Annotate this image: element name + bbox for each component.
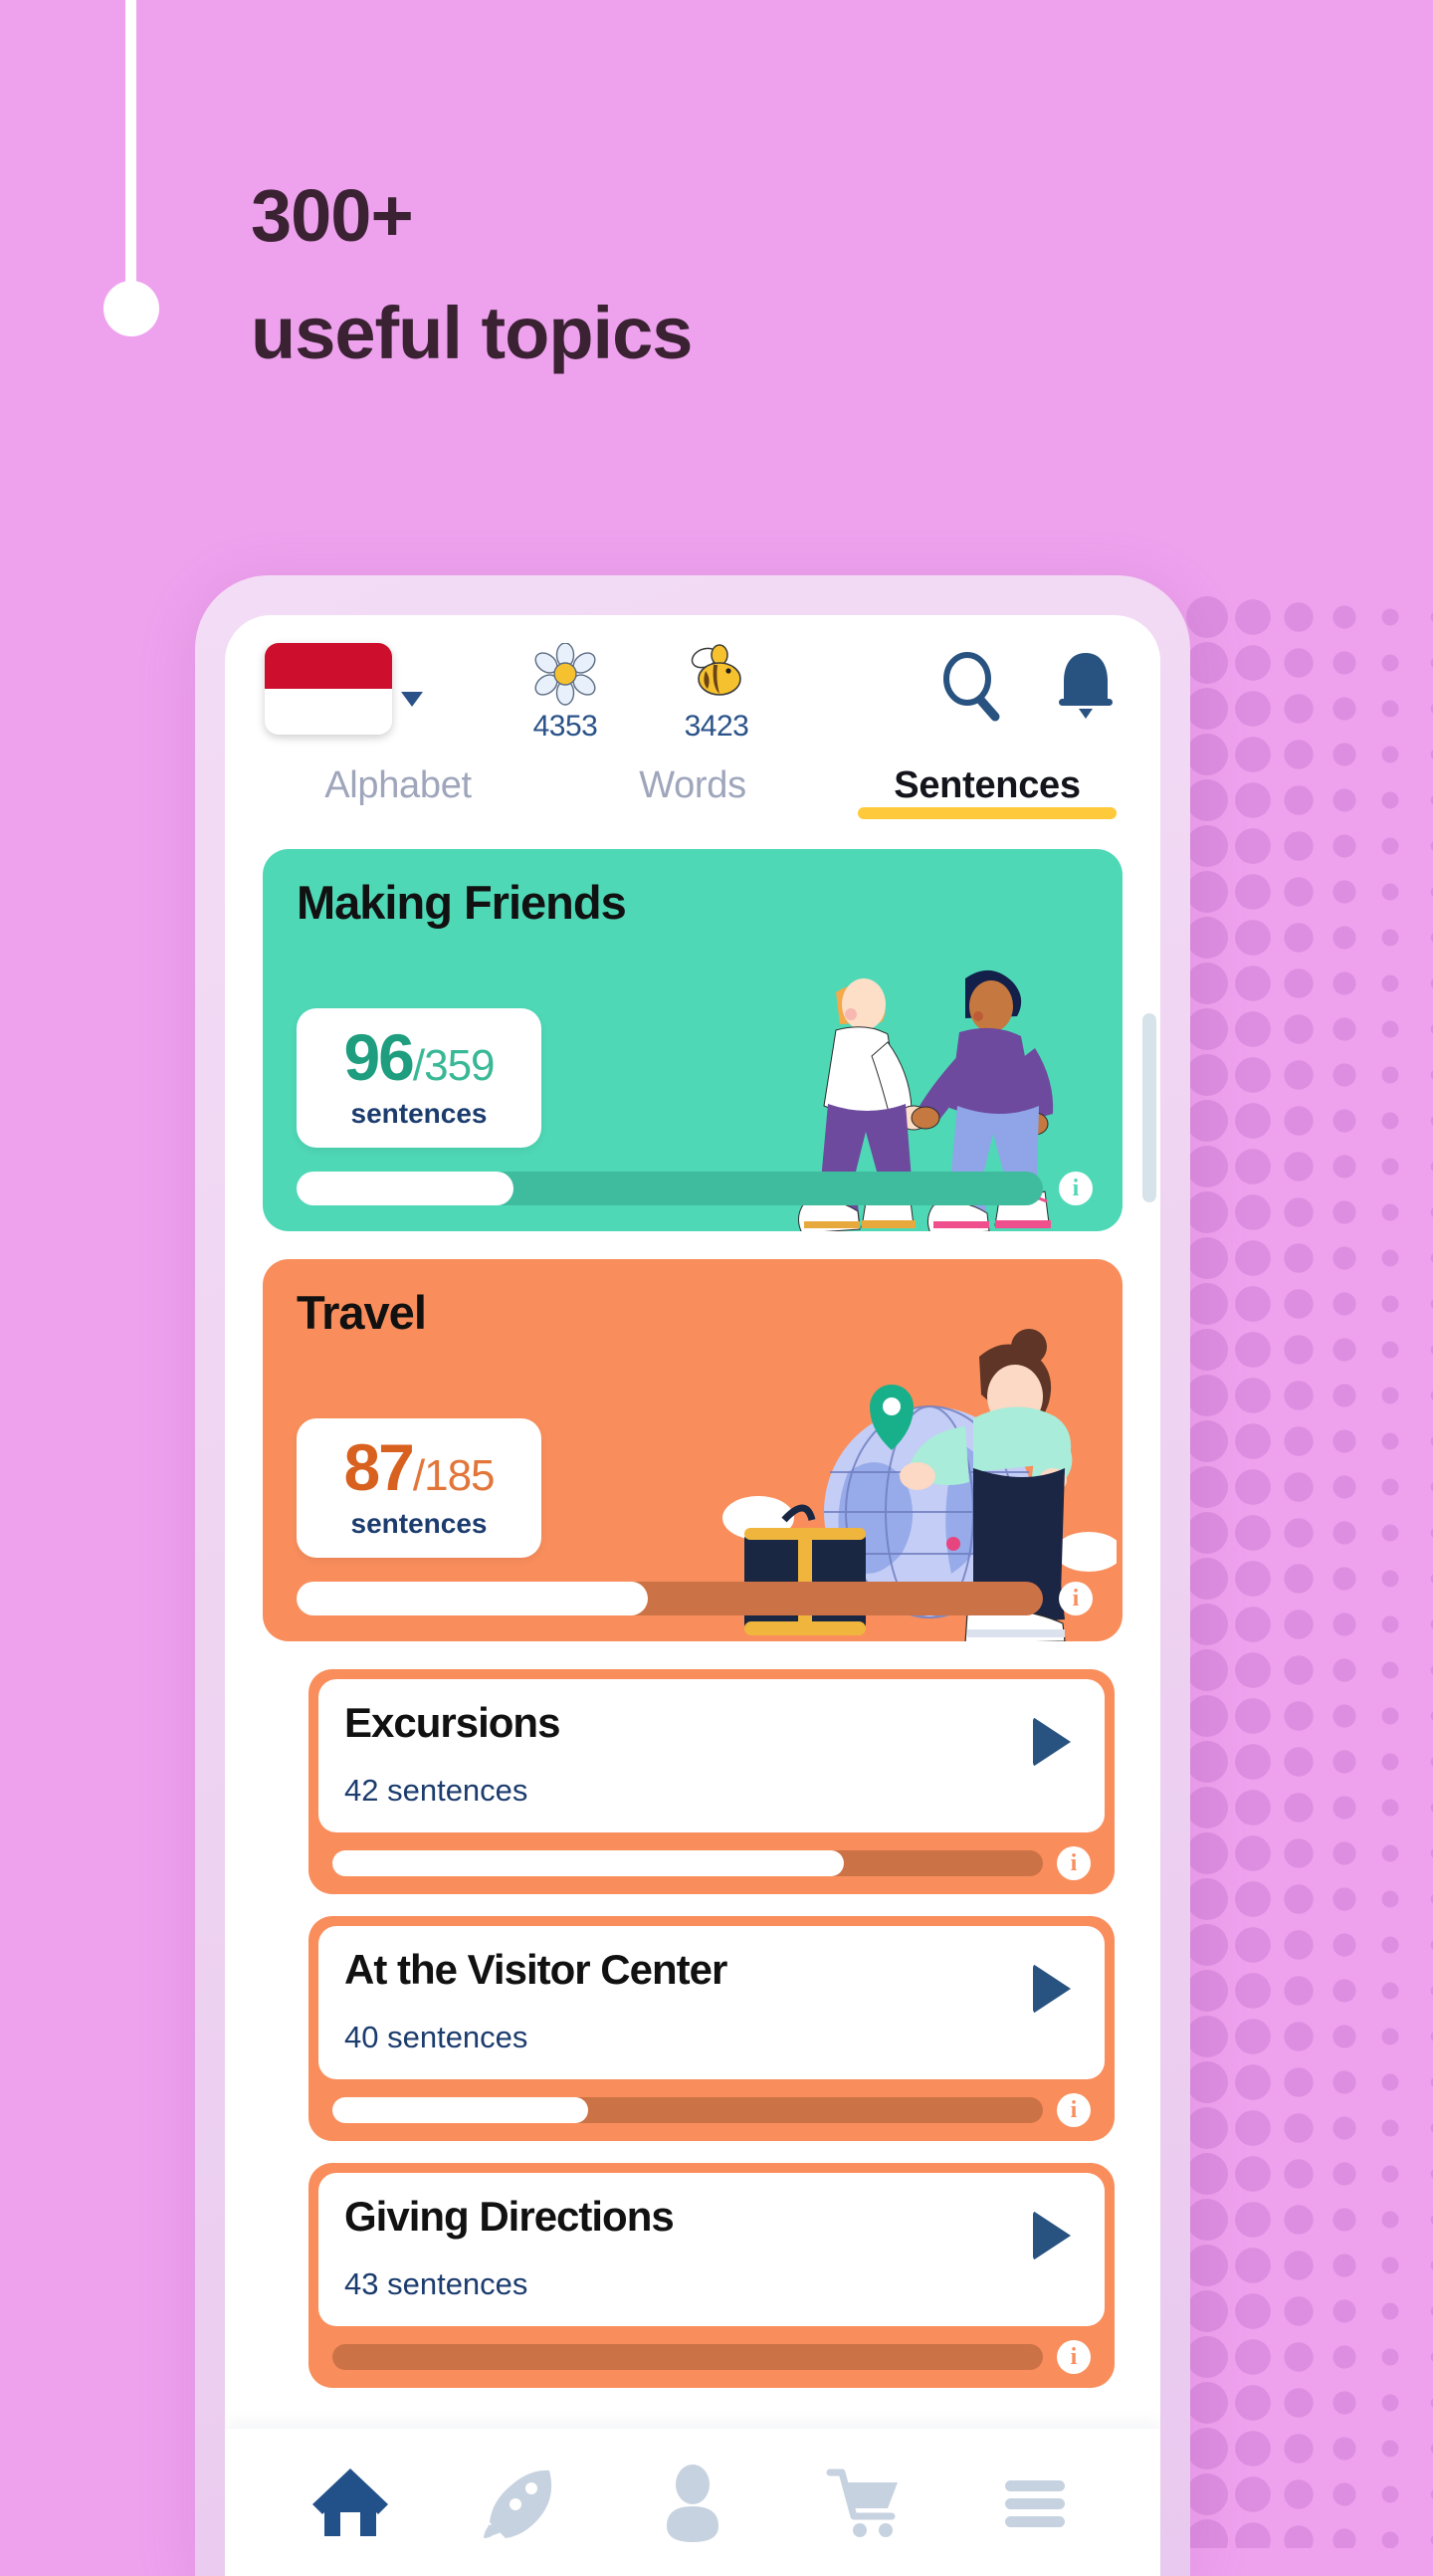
play-icon[interactable] bbox=[1033, 1717, 1071, 1767]
pin-dot-decoration bbox=[103, 281, 159, 336]
cart-icon bbox=[826, 2469, 898, 2537]
topic-score-done: 96 bbox=[343, 1020, 414, 1094]
bottom-navigation bbox=[225, 2429, 1160, 2576]
tab-words[interactable]: Words bbox=[545, 764, 840, 835]
nav-item-menu[interactable] bbox=[987, 2455, 1083, 2550]
counter-flower[interactable]: 4353 bbox=[517, 642, 613, 744]
tab-sentences[interactable]: Sentences bbox=[840, 764, 1134, 835]
header-actions bbox=[935, 643, 1121, 725]
home-icon bbox=[312, 2469, 388, 2536]
nav-item-profile[interactable] bbox=[645, 2455, 740, 2550]
subtopic-progress-row: i bbox=[318, 2326, 1105, 2374]
subtopic-progress-fill bbox=[332, 1850, 845, 1876]
flower-icon bbox=[534, 642, 596, 706]
info-icon[interactable]: i bbox=[1059, 1582, 1093, 1615]
subtopic-progress-track bbox=[332, 1850, 1043, 1876]
subtopic-progress-fill bbox=[332, 2097, 589, 2123]
info-icon[interactable]: i bbox=[1057, 1846, 1091, 1880]
topic-progress-track bbox=[297, 1172, 1043, 1205]
subtopic-progress-track bbox=[332, 2097, 1043, 2123]
menu-icon bbox=[1005, 2480, 1065, 2527]
tab-words-label: Words bbox=[639, 764, 746, 806]
topic-progress-fill bbox=[297, 1582, 648, 1615]
topic-score-unit: sentences bbox=[350, 1098, 488, 1129]
search-icon[interactable] bbox=[935, 649, 1011, 725]
topic-score-box: 87/185 sentences bbox=[297, 1418, 541, 1558]
rocket-icon bbox=[484, 2469, 552, 2538]
topic-card-travel[interactable]: Travel 87/185 sentences i bbox=[263, 1259, 1123, 1641]
headline-line-1: 300+ bbox=[251, 174, 414, 257]
subtopic-card-at-the-visitor-center[interactable]: At the Visitor Center 40 sentences i bbox=[308, 1916, 1115, 2141]
tab-alphabet-label: Alphabet bbox=[324, 764, 472, 806]
counter-flower-value: 4353 bbox=[532, 710, 598, 743]
info-icon[interactable]: i bbox=[1057, 2093, 1091, 2127]
topic-title: Making Friends bbox=[297, 876, 627, 929]
subtopic-progress-row: i bbox=[318, 1832, 1105, 1880]
topic-card-making-friends[interactable]: Making Friends 96/359 sentences i bbox=[263, 849, 1123, 1231]
topic-progress-track bbox=[297, 1582, 1043, 1615]
header-counters: 4353 3423 bbox=[496, 642, 935, 744]
person-icon bbox=[667, 2465, 718, 2542]
topic-progress-row: i bbox=[297, 1582, 1093, 1615]
subtopic-count: 43 sentences bbox=[344, 2266, 528, 2301]
topic-score-total: /185 bbox=[412, 1451, 496, 1500]
flag-indonesia-icon[interactable] bbox=[265, 643, 392, 735]
info-icon[interactable]: i bbox=[1057, 2340, 1091, 2374]
play-icon[interactable] bbox=[1033, 1964, 1071, 2014]
nav-item-rocket[interactable] bbox=[474, 2455, 569, 2550]
app-screen: 4353 3423 Alphabet Words Sentences Makin… bbox=[225, 615, 1160, 2576]
scrollbar-thumb[interactable] bbox=[1142, 1013, 1156, 1202]
topic-score-unit: sentences bbox=[350, 1508, 488, 1539]
bell-icon[interactable] bbox=[1051, 649, 1121, 725]
bee-icon bbox=[691, 644, 741, 696]
chevron-down-icon[interactable] bbox=[401, 691, 423, 707]
topic-progress-fill bbox=[297, 1172, 513, 1205]
topic-score-total: /359 bbox=[412, 1041, 496, 1090]
topic-list: Making Friends 96/359 sentences i Travel… bbox=[225, 835, 1160, 2388]
subtopic-progress-row: i bbox=[318, 2079, 1105, 2127]
topic-score-done: 87 bbox=[343, 1430, 414, 1504]
topic-title: Travel bbox=[297, 1286, 427, 1339]
subtopic-count: 42 sentences bbox=[344, 1773, 528, 1808]
page-title: 300+ useful topics bbox=[251, 167, 693, 381]
headline-line-2: useful topics bbox=[251, 291, 693, 374]
tab-alphabet[interactable]: Alphabet bbox=[251, 764, 545, 835]
phone-mockup: 4353 3423 Alphabet Words Sentences Makin… bbox=[195, 575, 1190, 2576]
subtopic-title: At the Visitor Center bbox=[344, 1946, 727, 1993]
info-icon[interactable]: i bbox=[1059, 1172, 1093, 1205]
subtopic-count: 40 sentences bbox=[344, 2020, 528, 2054]
pin-line-decoration bbox=[125, 0, 136, 299]
counter-bee[interactable]: 3423 bbox=[669, 643, 764, 744]
nav-item-cart[interactable] bbox=[816, 2455, 912, 2550]
tab-active-underline bbox=[858, 807, 1117, 819]
subtopic-progress-track bbox=[332, 2344, 1043, 2370]
subtopic-card-excursions[interactable]: Excursions 42 sentences i bbox=[308, 1669, 1115, 1894]
counter-bee-value: 3423 bbox=[684, 710, 749, 743]
topic-progress-row: i bbox=[297, 1172, 1093, 1205]
language-selector[interactable] bbox=[265, 643, 496, 735]
topic-score-box: 96/359 sentences bbox=[297, 1008, 541, 1148]
app-header: 4353 3423 bbox=[225, 615, 1160, 764]
nav-item-home[interactable] bbox=[303, 2455, 398, 2550]
subtopic-card-giving-directions[interactable]: Giving Directions 43 sentences i bbox=[308, 2163, 1115, 2388]
tab-sentences-label: Sentences bbox=[894, 764, 1081, 806]
play-icon[interactable] bbox=[1033, 2211, 1071, 2260]
subtopic-title: Giving Directions bbox=[344, 2193, 675, 2240]
subtopic-title: Excursions bbox=[344, 1699, 560, 1746]
main-tabs: Alphabet Words Sentences bbox=[225, 764, 1160, 835]
